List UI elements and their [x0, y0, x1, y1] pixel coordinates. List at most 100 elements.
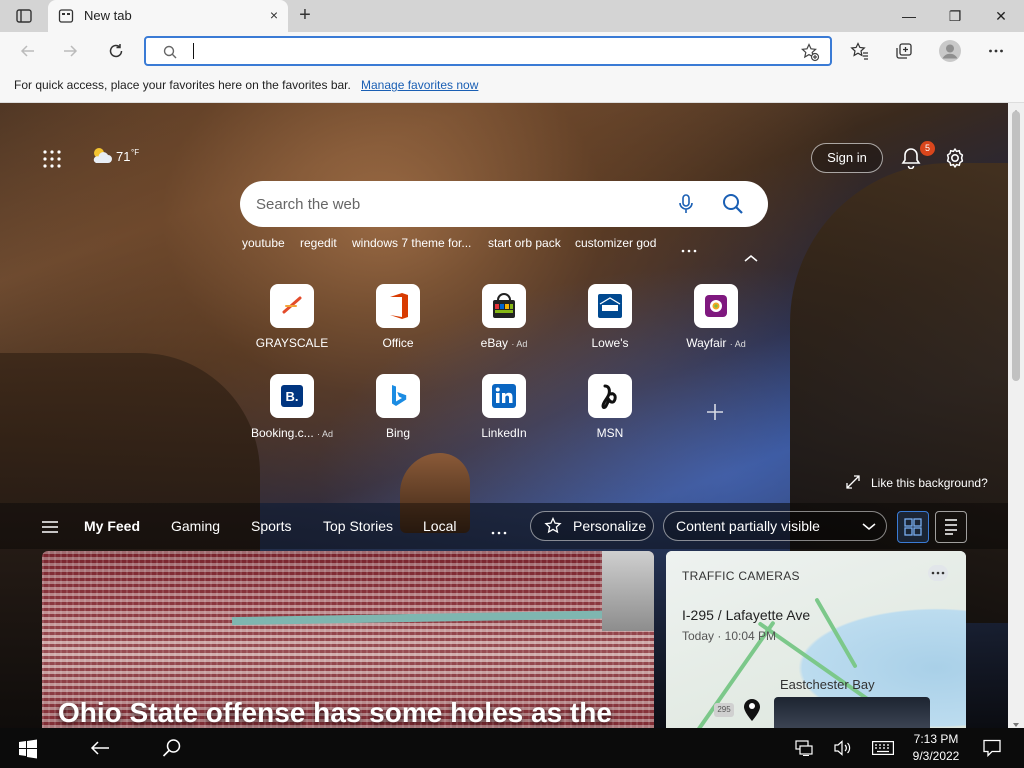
personalize-button[interactable]: Personalize	[530, 511, 654, 541]
address-bar[interactable]	[144, 36, 832, 66]
tab-my-feed[interactable]: My Feed	[84, 518, 140, 534]
action-center-icon[interactable]	[983, 739, 1001, 758]
refresh-icon	[109, 44, 123, 58]
hamburger-menu-icon[interactable]	[42, 520, 58, 533]
tab-actions-icon[interactable]	[16, 8, 32, 24]
wayfair-logo-icon	[694, 284, 738, 328]
search-icon	[162, 44, 178, 60]
quick-link-booking[interactable]: B. Booking.c... · Ad	[237, 374, 347, 454]
map-pin-icon[interactable]	[742, 696, 762, 722]
quick-link-label: Bing	[385, 426, 411, 440]
vertical-scrollbar[interactable]	[1008, 103, 1024, 728]
weather-widget[interactable]: 71 °F	[90, 145, 146, 169]
forward-arrow-icon	[64, 45, 78, 57]
ad-marker: · Ad	[511, 339, 528, 349]
office-logo-icon	[376, 284, 420, 328]
minimize-button[interactable]: —	[886, 0, 932, 32]
quick-link-ebay[interactable]: eBay · Ad	[449, 284, 559, 364]
favorites-icon	[850, 42, 868, 60]
grid-layout-button[interactable]	[897, 511, 929, 543]
back-button[interactable]	[14, 37, 42, 65]
close-tab-icon[interactable]: ×	[270, 7, 278, 23]
text-caret	[193, 43, 194, 59]
new-tab-icon	[58, 8, 74, 24]
windows-start-icon[interactable]	[18, 739, 38, 759]
more-tabs-icon[interactable]	[490, 523, 508, 535]
scroll-up-arrow-icon[interactable]	[1012, 103, 1020, 114]
personalize-star-icon	[544, 517, 562, 534]
profile-button[interactable]	[936, 37, 964, 65]
new-tab-page: 71 °F Sign in 5 Search the web youtube r…	[0, 103, 1008, 728]
search-suggestion[interactable]: windows 7 theme for...	[352, 236, 471, 250]
traffic-cameras-card[interactable]: TRAFFIC CAMERAS I-295 / Lafayette Ave To…	[666, 551, 966, 728]
search-submit-icon[interactable]	[722, 193, 744, 215]
web-search-box[interactable]: Search the web	[240, 181, 768, 227]
add-favorite-icon[interactable]	[800, 42, 820, 62]
manage-favorites-link[interactable]: Manage favorites now	[361, 78, 478, 92]
forward-button[interactable]	[56, 37, 84, 65]
network-icon[interactable]	[795, 740, 813, 756]
list-layout-button[interactable]	[935, 511, 967, 543]
taskbar-clock[interactable]: 7:13 PM 9/3/2022	[908, 731, 964, 765]
quick-link-grayscale[interactable]: GRAYSCALE	[237, 284, 347, 364]
favorites-button[interactable]	[846, 37, 874, 65]
scrollbar-thumb[interactable]	[1012, 111, 1020, 381]
new-tab-button[interactable]: +	[292, 4, 318, 28]
page-settings-gear-icon[interactable]	[944, 147, 966, 169]
volume-icon[interactable]	[834, 740, 852, 756]
more-dots-icon	[931, 571, 945, 575]
restore-button[interactable]: ❐	[932, 0, 978, 32]
msn-logo-icon	[588, 374, 632, 418]
refresh-button[interactable]	[102, 37, 130, 65]
taskbar-search-icon[interactable]	[162, 738, 182, 758]
search-suggestion[interactable]: customizer god	[575, 236, 656, 250]
quick-link-label: Booking.c...	[250, 426, 314, 440]
settings-menu-button[interactable]	[982, 37, 1010, 65]
back-nav-icon[interactable]	[90, 740, 110, 756]
back-arrow-icon	[20, 45, 34, 57]
notification-count-badge: 5	[920, 141, 935, 156]
more-suggestions-icon[interactable]	[680, 241, 698, 253]
scroll-down-arrow-icon[interactable]	[1012, 716, 1020, 727]
notifications-icon[interactable]	[901, 147, 921, 170]
app-launcher-icon[interactable]	[42, 149, 62, 169]
search-suggestion[interactable]: youtube	[242, 236, 285, 250]
search-suggestion[interactable]: regedit	[300, 236, 337, 250]
lowes-logo-icon	[588, 284, 632, 328]
quick-link-label: GRAYSCALE	[255, 336, 329, 350]
quick-link-label: Office	[382, 336, 414, 350]
content-visibility-dropdown[interactable]: Content partially visible	[663, 511, 887, 541]
quick-link-office[interactable]: Office	[343, 284, 453, 364]
microphone-icon[interactable]	[678, 193, 694, 215]
content-visibility-value: Content partially visible	[676, 518, 820, 534]
traffic-time: Today · 10:04 PM	[682, 629, 777, 643]
collections-button[interactable]	[890, 37, 918, 65]
card-more-button[interactable]	[928, 565, 948, 581]
add-quick-link-icon[interactable]	[705, 402, 725, 422]
traffic-camera-thumbnail[interactable]	[774, 697, 930, 728]
quick-link-label: MSN	[596, 426, 624, 440]
quick-link-label: Wayfair	[686, 336, 727, 350]
quick-link-lowes[interactable]: Lowe's	[555, 284, 665, 364]
grayscale-logo-icon	[270, 284, 314, 328]
quick-link-wayfair[interactable]: Wayfair · Ad	[661, 284, 771, 364]
tab-gaming[interactable]: Gaming	[171, 518, 220, 534]
toolbar	[0, 32, 1024, 70]
linkedin-logo-icon	[482, 374, 526, 418]
close-window-button[interactable]: ✕	[978, 0, 1024, 32]
tab-sports[interactable]: Sports	[251, 518, 291, 534]
quick-link-bing[interactable]: Bing	[343, 374, 453, 454]
tab-new-tab[interactable]: New tab ×	[48, 0, 288, 32]
news-headline: Ohio State offense has some holes as the	[58, 697, 612, 728]
news-card-main[interactable]: Ohio State offense has some holes as the	[42, 551, 654, 728]
quick-link-linkedin[interactable]: LinkedIn	[449, 374, 559, 454]
search-suggestion[interactable]: start orb pack	[488, 236, 561, 250]
tab-top-stories[interactable]: Top Stories	[323, 518, 393, 534]
sign-in-button[interactable]: Sign in	[811, 143, 883, 173]
collapse-chevron-up-icon[interactable]	[744, 249, 758, 262]
keyboard-icon[interactable]	[872, 741, 894, 756]
weather-temp: 71	[116, 149, 131, 164]
list-view-icon	[945, 519, 957, 535]
quick-link-msn[interactable]: MSN	[555, 374, 665, 454]
tab-local[interactable]: Local	[423, 518, 456, 534]
